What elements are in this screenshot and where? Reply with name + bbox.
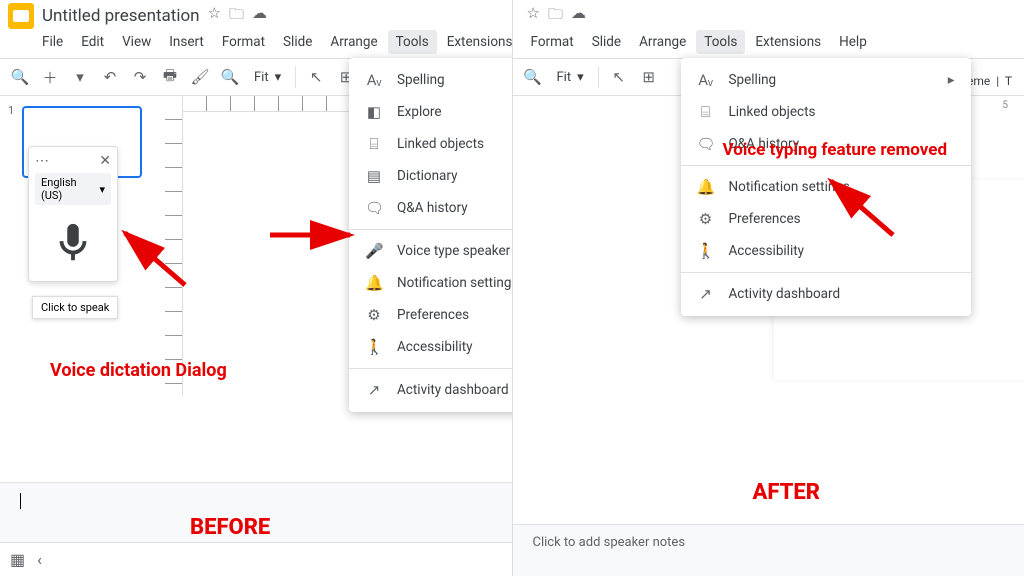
- doc-title[interactable]: Untitled presentation: [42, 6, 200, 26]
- before-pane: Untitled presentation ☆ 🗀 ☁ File Edit Vi…: [0, 0, 513, 576]
- dictionary-icon: ▤: [365, 167, 383, 185]
- menu-extensions[interactable]: Extensions: [747, 30, 829, 54]
- chart-icon: ↗: [697, 285, 715, 303]
- menu-linked-objects[interactable]: ⌸Linked objects: [681, 96, 971, 128]
- annotation-text: Voice typing feature removed: [723, 140, 948, 160]
- menu-arrange[interactable]: Arrange: [631, 30, 694, 54]
- separator: [295, 66, 296, 88]
- chat-icon: 🗨: [697, 135, 715, 153]
- menu-preferences[interactable]: ⚙Preferences: [349, 299, 513, 331]
- annotation-arrow: [270, 220, 360, 250]
- menu-format[interactable]: Format: [214, 30, 273, 54]
- menu-file[interactable]: File: [34, 30, 71, 54]
- menu-tools[interactable]: Tools: [696, 30, 745, 54]
- gear-icon: ⚙: [365, 306, 383, 324]
- chevron-down-icon: ▾: [99, 183, 105, 196]
- undo-icon[interactable]: ↶: [96, 63, 124, 91]
- voice-typing-dialog[interactable]: ⋯ ✕ English (US)▾: [28, 146, 118, 282]
- spelling-icon: Aᵥ: [697, 71, 715, 89]
- bottom-bar: ▦ ‹: [0, 542, 512, 576]
- menu-slide[interactable]: Slide: [275, 30, 320, 54]
- star-icon[interactable]: ☆: [208, 4, 221, 29]
- select-tool-icon[interactable]: ↖: [605, 63, 633, 91]
- bell-icon: 🔔: [365, 274, 383, 292]
- slide-number: 1: [8, 104, 14, 117]
- move-icon[interactable]: 🗀: [548, 4, 563, 29]
- menu-format[interactable]: Format: [523, 30, 582, 54]
- menu-slide[interactable]: Slide: [584, 30, 629, 54]
- titlebar: Untitled presentation ☆ 🗀 ☁: [0, 0, 512, 28]
- menu-linked-objects[interactable]: ⌸Linked objects: [349, 128, 513, 160]
- ruler-marker: 5: [1002, 100, 1008, 111]
- menubar: File Edit View Insert Format Slide Arran…: [0, 28, 512, 58]
- accessibility-icon: 🚶: [697, 242, 715, 260]
- menu-explore[interactable]: ◧Explore: [349, 96, 513, 128]
- speaker-notes[interactable]: Click to add speaker notes: [513, 524, 1024, 576]
- redo-icon[interactable]: ↷: [126, 63, 154, 91]
- menu-dictionary[interactable]: ▤Dictionary: [349, 160, 513, 192]
- link-icon: ⌸: [697, 103, 715, 121]
- mic-icon: 🎤: [365, 242, 383, 260]
- menu-help[interactable]: Help: [831, 30, 875, 54]
- menu-tools[interactable]: Tools: [388, 30, 437, 54]
- explore-icon: ◧: [365, 103, 383, 121]
- menu-arrange[interactable]: Arrange: [322, 30, 385, 54]
- menu-view[interactable]: View: [114, 30, 159, 54]
- menu-edit[interactable]: Edit: [73, 30, 112, 54]
- grid-view-icon[interactable]: ▦: [10, 550, 25, 569]
- notes-placeholder[interactable]: Click to add speaker notes: [533, 535, 1005, 550]
- after-pane: ☆ 🗀 ☁ Format Slide Arrange Tools Extensi…: [513, 0, 1024, 576]
- separator: [598, 66, 599, 88]
- before-label: BEFORE: [190, 515, 270, 540]
- new-slide-icon[interactable]: ＋: [36, 63, 64, 91]
- tools-dropdown: AᵥSpelling ◧Explore ⌸Linked objects ▤Dic…: [349, 58, 513, 412]
- annotation-arrow: [823, 175, 903, 245]
- print-icon[interactable]: 🖶: [156, 63, 184, 91]
- slides-logo[interactable]: [8, 3, 34, 29]
- menubar: Format Slide Arrange Tools Extensions He…: [513, 28, 1024, 58]
- menu-spelling[interactable]: AᵥSpelling▸: [681, 64, 971, 96]
- microphone-button[interactable]: [43, 213, 103, 273]
- voice-language-selector[interactable]: English (US)▾: [35, 173, 111, 205]
- cloud-icon[interactable]: ☁: [252, 4, 267, 29]
- accessibility-icon: 🚶: [365, 338, 383, 356]
- move-icon[interactable]: 🗀: [229, 4, 244, 29]
- annotation-arrow: [115, 225, 195, 295]
- spelling-icon: Aᵥ: [365, 71, 383, 89]
- zoom-icon[interactable]: 🔍: [216, 63, 244, 91]
- chevron-left-icon[interactable]: ‹: [37, 550, 42, 569]
- voice-tooltip: Click to speak: [32, 296, 118, 319]
- menu-voice-type[interactable]: 🎤Voice type speaker not: [349, 235, 513, 267]
- text-cursor: [20, 493, 21, 509]
- zoom-fit[interactable]: Fit ▾: [549, 70, 592, 85]
- close-icon[interactable]: ✕: [99, 153, 111, 169]
- search-icon[interactable]: 🔍: [6, 63, 34, 91]
- annotation-text: Voice dictation Dialog: [50, 360, 227, 381]
- menu-extensions[interactable]: Extensions: [439, 30, 513, 54]
- zoom-fit[interactable]: Fit ▾: [246, 70, 289, 85]
- after-label: AFTER: [753, 480, 820, 505]
- zoom-icon[interactable]: 🔍: [519, 63, 547, 91]
- menu-activity-dashboard[interactable]: ↗Activity dashboard: [681, 278, 971, 310]
- select-tool-icon[interactable]: ↖: [302, 63, 330, 91]
- cloud-icon[interactable]: ☁: [571, 4, 586, 29]
- chart-icon: ↗: [365, 381, 383, 399]
- textbox-icon[interactable]: ⊞: [635, 63, 663, 91]
- menu-accessibility[interactable]: 🚶Accessibility: [349, 331, 513, 363]
- titlebar: ☆ 🗀 ☁: [513, 0, 1024, 28]
- more-icon[interactable]: ⋯: [35, 153, 49, 169]
- menu-insert[interactable]: Insert: [161, 30, 212, 54]
- paint-format-icon[interactable]: 🖌: [186, 63, 214, 91]
- menu-spelling[interactable]: AᵥSpelling: [349, 64, 513, 96]
- menu-activity-dashboard[interactable]: ↗Activity dashboard: [349, 374, 513, 406]
- chat-icon: 🗨: [365, 199, 383, 217]
- star-icon[interactable]: ☆: [527, 4, 540, 29]
- bell-icon: 🔔: [697, 178, 715, 196]
- menu-notification-settings[interactable]: 🔔Notification settings: [349, 267, 513, 299]
- menu-qa-history[interactable]: 🗨Q&A history: [349, 192, 513, 224]
- link-icon: ⌸: [365, 135, 383, 153]
- dropdown-caret-icon[interactable]: ▾: [66, 63, 94, 91]
- chevron-right-icon: ▸: [948, 72, 955, 88]
- gear-icon: ⚙: [697, 210, 715, 228]
